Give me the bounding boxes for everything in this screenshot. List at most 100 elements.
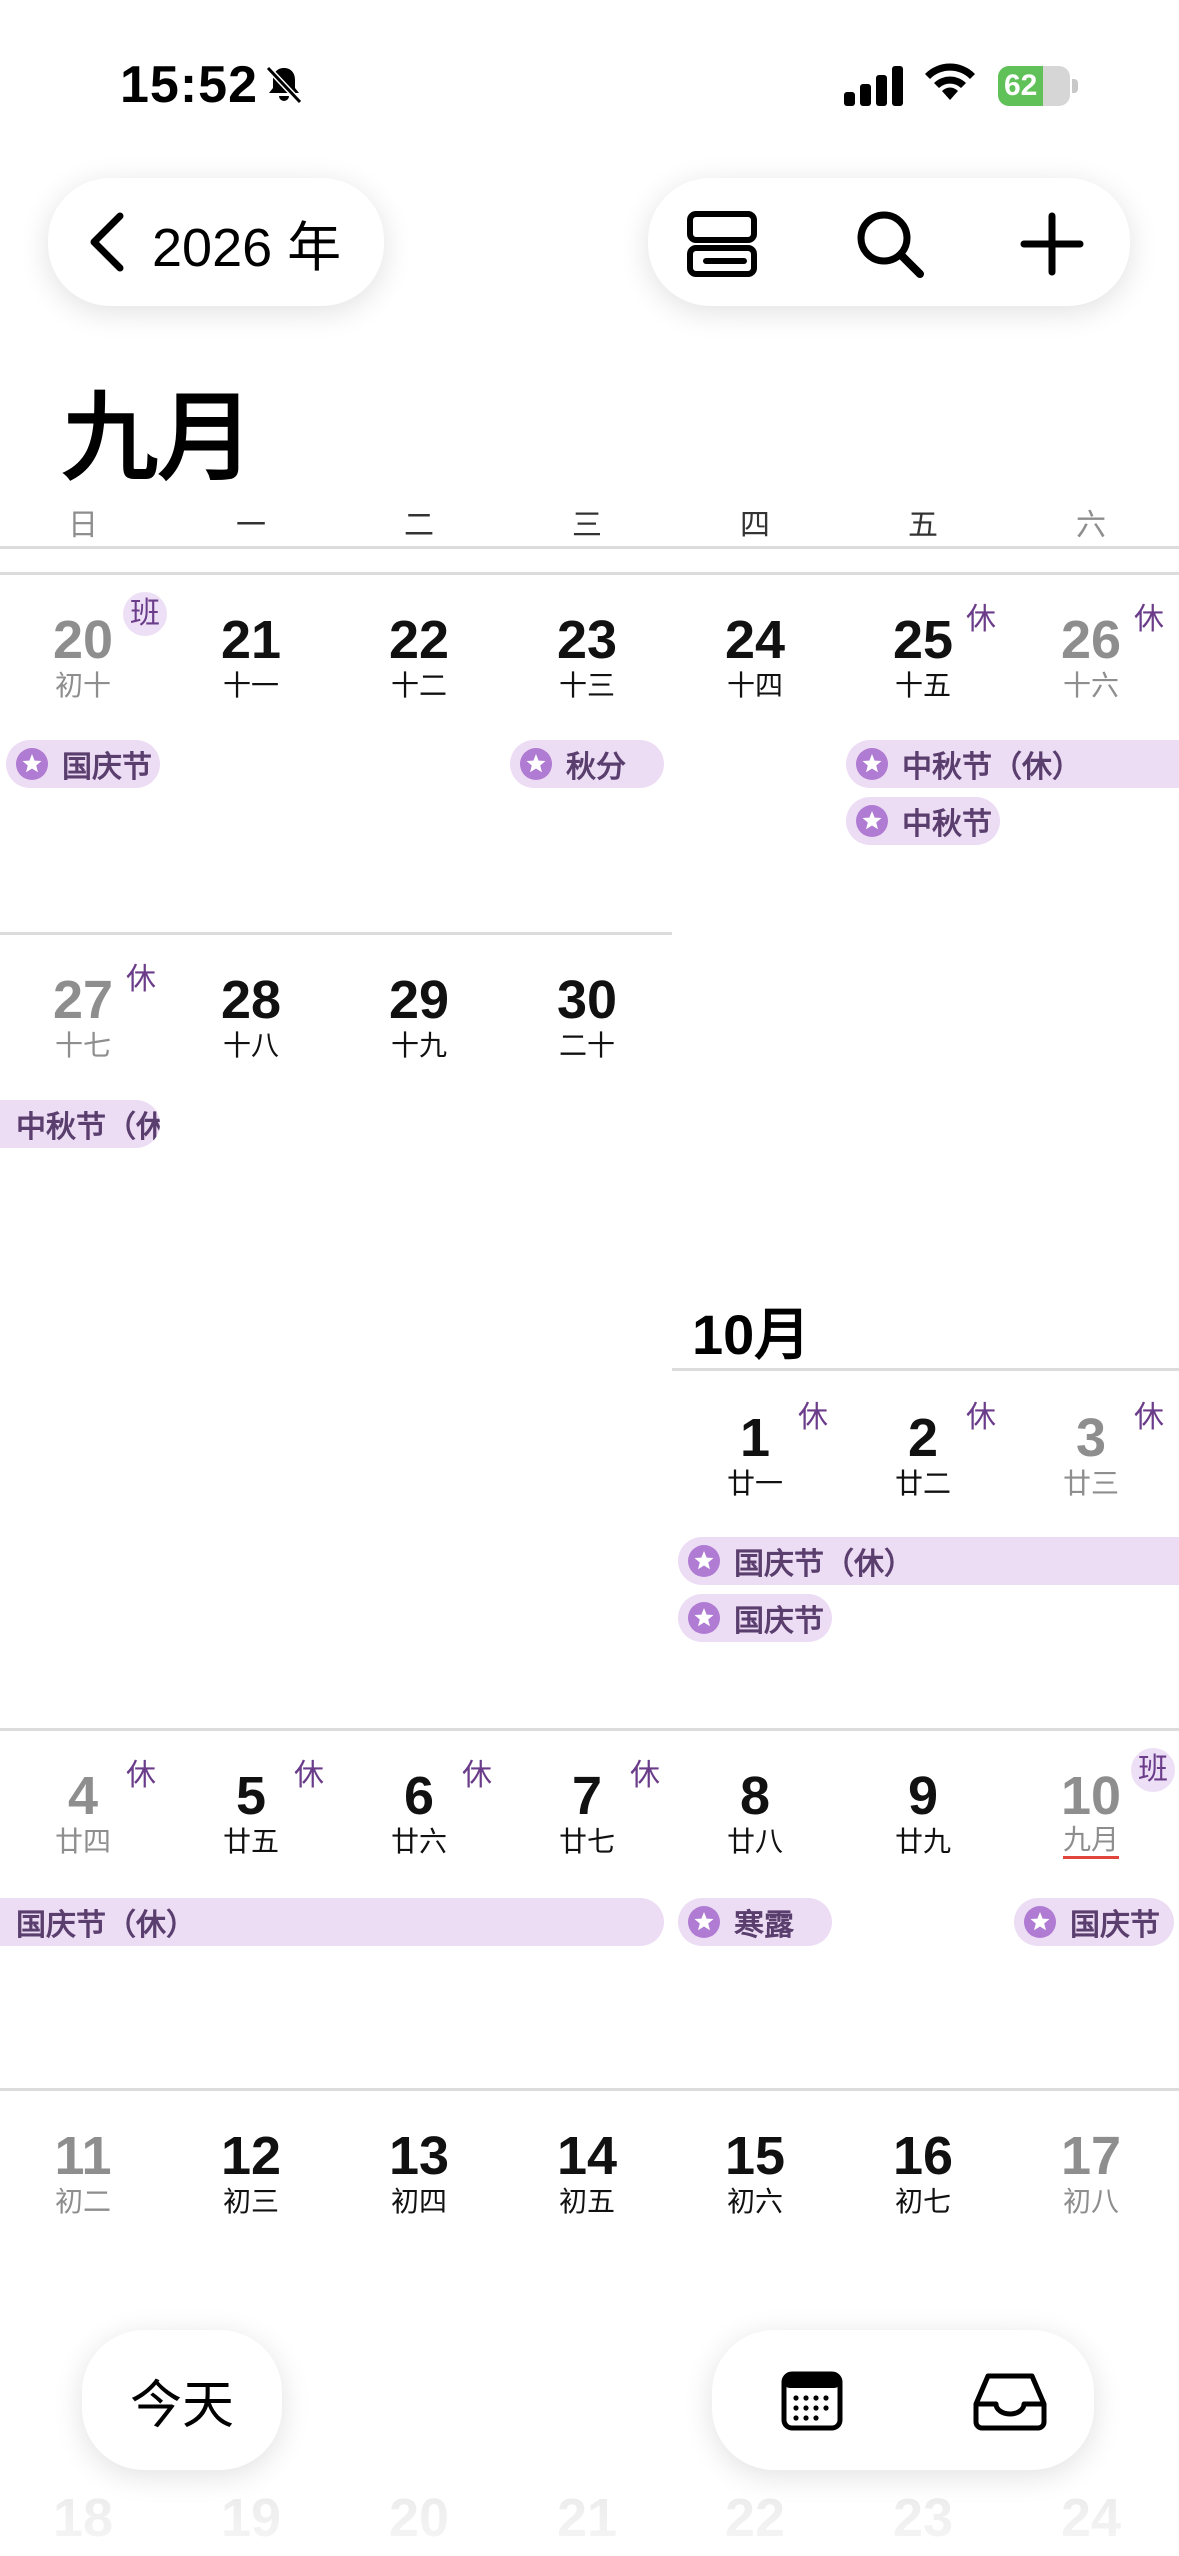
- lunar-date: 廿四: [54, 1826, 111, 1857]
- chevron-left-icon: [90, 212, 124, 272]
- event-chip[interactable]: 国庆节（休）: [678, 1537, 1179, 1585]
- day-cell[interactable]: 17 初八: [1016, 2128, 1166, 2220]
- lunar-date: 初七: [894, 2186, 951, 2217]
- star-icon: [688, 1545, 720, 1577]
- day-cell[interactable]: 30 二十: [512, 972, 662, 1064]
- weekday-label: 三: [572, 509, 602, 542]
- lunar-date: 廿三: [1062, 1468, 1119, 1499]
- event-label: 中秋节: [902, 808, 992, 841]
- star-icon: [16, 748, 48, 780]
- calendar-icon[interactable]: [778, 2366, 846, 2434]
- day-number: 16: [892, 2126, 954, 2186]
- day-cell[interactable]: 28 十八: [176, 972, 326, 1064]
- wifi-icon: [925, 63, 975, 100]
- holiday-badge: 休: [1134, 1401, 1164, 1434]
- today-button[interactable]: 今天: [82, 2330, 282, 2470]
- star-icon: [688, 1602, 720, 1634]
- day-number: 12: [220, 2126, 282, 2186]
- weekday-header: 日 一 二 三 四 五 六: [0, 500, 1179, 544]
- day-cell[interactable]: 15 初六: [680, 2128, 830, 2220]
- day-cell[interactable]: 14 初五: [512, 2128, 662, 2220]
- lunar-date: 十六: [1062, 670, 1119, 701]
- lunar-date: 十一: [222, 670, 279, 701]
- event-label: 中秋节（休）: [16, 1111, 160, 1144]
- event-chip[interactable]: 国庆节: [678, 1594, 832, 1642]
- back-to-year-button[interactable]: 2026 年: [48, 178, 384, 306]
- star-icon: [856, 748, 888, 780]
- cellular-signal-icon: [844, 66, 903, 106]
- year-label: 2026 年: [152, 217, 342, 278]
- inbox-tray-icon[interactable]: [970, 2366, 1050, 2434]
- day-number: 30: [556, 970, 618, 1030]
- workday-badge: 班: [123, 592, 167, 636]
- workday-badge: 班: [1131, 1748, 1175, 1792]
- event-chip[interactable]: 秋分: [510, 740, 664, 788]
- weekday-label: 六: [1076, 509, 1106, 542]
- event-chip[interactable]: 国庆节: [1014, 1898, 1174, 1946]
- lunar-date: 十四: [726, 670, 783, 701]
- lunar-date: 廿九: [894, 1826, 951, 1857]
- day-number: 11: [54, 2126, 112, 2186]
- holiday-badge: 休: [630, 1759, 660, 1792]
- lunar-date: 初八: [1062, 2186, 1119, 2217]
- day-cell[interactable]: 29 十九: [344, 972, 494, 1064]
- lunar-date: 廿二: [894, 1468, 951, 1499]
- lunar-date: 十三: [558, 670, 615, 701]
- lunar-date: 初三: [222, 2186, 279, 2217]
- day-cell[interactable]: 11 初二: [8, 2128, 158, 2220]
- lunar-date: 十七: [54, 1030, 111, 1061]
- lunar-date: 二十: [558, 1030, 615, 1061]
- day-number: 22: [388, 610, 450, 670]
- day-cell[interactable]: 23 十三: [512, 612, 662, 704]
- day-number: 15: [724, 2126, 786, 2186]
- list-view-icon[interactable]: [684, 206, 760, 282]
- event-label: 国庆节（休）: [734, 1548, 914, 1581]
- event-label: 国庆节: [62, 751, 152, 784]
- day-cell[interactable]: 16 初七: [848, 2128, 998, 2220]
- bell-slash-icon: [265, 65, 303, 105]
- bottom-toolbar: [712, 2330, 1094, 2470]
- event-label: 国庆节: [734, 1605, 824, 1638]
- divider: [0, 2088, 1179, 2091]
- day-cell[interactable]: 21 十一: [176, 612, 326, 704]
- divider: [672, 1368, 1179, 1371]
- event-chip[interactable]: 中秋节（休）: [0, 1100, 160, 1148]
- event-label: 国庆节（休）: [16, 1909, 196, 1942]
- month-label-october: 10月: [692, 1303, 811, 1366]
- lunar-date: 初二: [54, 2186, 111, 2217]
- lunar-date: 廿一: [726, 1468, 783, 1499]
- search-icon[interactable]: [852, 206, 928, 282]
- day-number: 14: [556, 2126, 618, 2186]
- day-cell[interactable]: 22 十二: [344, 612, 494, 704]
- event-label: 中秋节（休）: [902, 751, 1082, 784]
- day-cell[interactable]: 12 初三: [176, 2128, 326, 2220]
- lunar-date: 十八: [222, 1030, 279, 1061]
- holiday-badge: 休: [462, 1759, 492, 1792]
- month-title: 九月: [62, 385, 254, 492]
- status-time: 15:52: [120, 56, 258, 114]
- event-chip[interactable]: 寒露: [678, 1898, 832, 1946]
- event-label: 国庆节: [1070, 1909, 1160, 1942]
- holiday-badge: 休: [1134, 603, 1164, 636]
- event-chip[interactable]: 国庆节: [6, 740, 160, 788]
- weekday-label: 五: [908, 509, 938, 542]
- plus-icon[interactable]: [1014, 206, 1090, 282]
- lunar-date: 初五: [558, 2186, 615, 2217]
- event-chip[interactable]: 中秋节（休）: [846, 740, 1179, 788]
- day-cell[interactable]: 13 初四: [344, 2128, 494, 2220]
- divider: [0, 546, 1179, 549]
- day-cell[interactable]: 24 十四: [680, 612, 830, 704]
- divider: [0, 932, 672, 935]
- day-number: 9: [907, 1766, 939, 1826]
- event-chip[interactable]: 国庆节（休）: [0, 1898, 664, 1946]
- event-label: 寒露: [734, 1909, 794, 1942]
- holiday-badge: 休: [126, 963, 156, 996]
- weekday-label: 日: [68, 509, 98, 542]
- battery-level: 62: [1004, 69, 1038, 102]
- holiday-badge: 休: [294, 1759, 324, 1792]
- day-cell[interactable]: 8 廿八: [680, 1768, 830, 1860]
- event-chip[interactable]: 中秋节: [846, 797, 1000, 845]
- lunar-date: 廿五: [222, 1826, 279, 1857]
- lunar-date: 初六: [726, 2186, 783, 2217]
- day-cell[interactable]: 9 廿九: [848, 1768, 998, 1860]
